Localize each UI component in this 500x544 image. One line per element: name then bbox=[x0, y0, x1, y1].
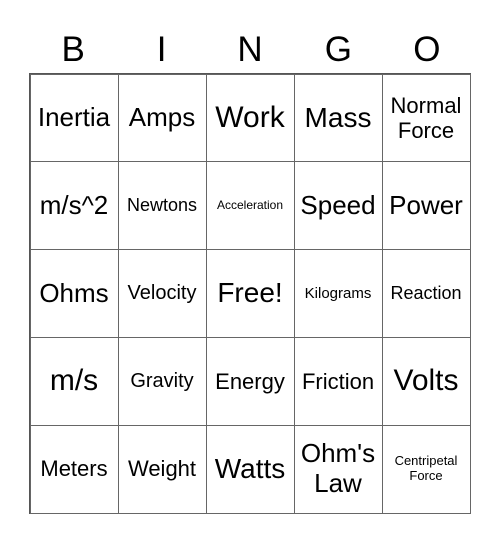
bingo-cell[interactable]: Work bbox=[205, 73, 295, 163]
bingo-cell[interactable]: Mass bbox=[293, 73, 383, 163]
bingo-cell[interactable]: Watts bbox=[205, 424, 295, 514]
bingo-cell[interactable]: Kilograms bbox=[293, 249, 383, 338]
bingo-cell[interactable]: Acceleration bbox=[205, 161, 295, 251]
bingo-cell[interactable]: Amps bbox=[117, 73, 207, 163]
bingo-cell[interactable]: Meters bbox=[29, 424, 119, 514]
bingo-header: B I N G O bbox=[29, 28, 471, 72]
bingo-cell[interactable]: Reaction bbox=[381, 249, 471, 338]
bingo-cell[interactable]: Volts bbox=[381, 336, 471, 426]
bingo-card: Inertia Amps Work Mass Normal Force m/s^… bbox=[29, 73, 471, 514]
header-letter-i: I bbox=[156, 30, 167, 69]
bingo-cell[interactable]: Inertia bbox=[29, 73, 119, 163]
bingo-cell[interactable]: Ohm's Law bbox=[293, 424, 383, 514]
header-letter-g: G bbox=[324, 30, 353, 69]
free-space-cell[interactable]: Free! bbox=[205, 249, 295, 338]
bingo-cell[interactable]: Velocity bbox=[117, 249, 207, 338]
bingo-cell[interactable]: Weight bbox=[117, 424, 207, 514]
bingo-cell[interactable]: m/s^2 bbox=[29, 161, 119, 251]
bingo-cell[interactable]: Normal Force bbox=[381, 73, 471, 163]
bingo-cell[interactable]: Speed bbox=[293, 161, 383, 251]
bingo-cell[interactable]: m/s bbox=[29, 336, 119, 426]
header-letter-o: O bbox=[413, 30, 441, 69]
bingo-cell[interactable]: Newtons bbox=[117, 161, 207, 251]
bingo-cell[interactable]: Power bbox=[381, 161, 471, 251]
header-letter-b: B bbox=[61, 30, 85, 69]
bingo-cell[interactable]: Centripetal Force bbox=[381, 424, 471, 514]
header-letter-n: N bbox=[237, 30, 263, 69]
bingo-cell[interactable]: Gravity bbox=[117, 336, 207, 426]
bingo-cell[interactable]: Energy bbox=[205, 336, 295, 426]
bingo-cell[interactable]: Ohms bbox=[29, 249, 119, 338]
bingo-cell[interactable]: Friction bbox=[293, 336, 383, 426]
